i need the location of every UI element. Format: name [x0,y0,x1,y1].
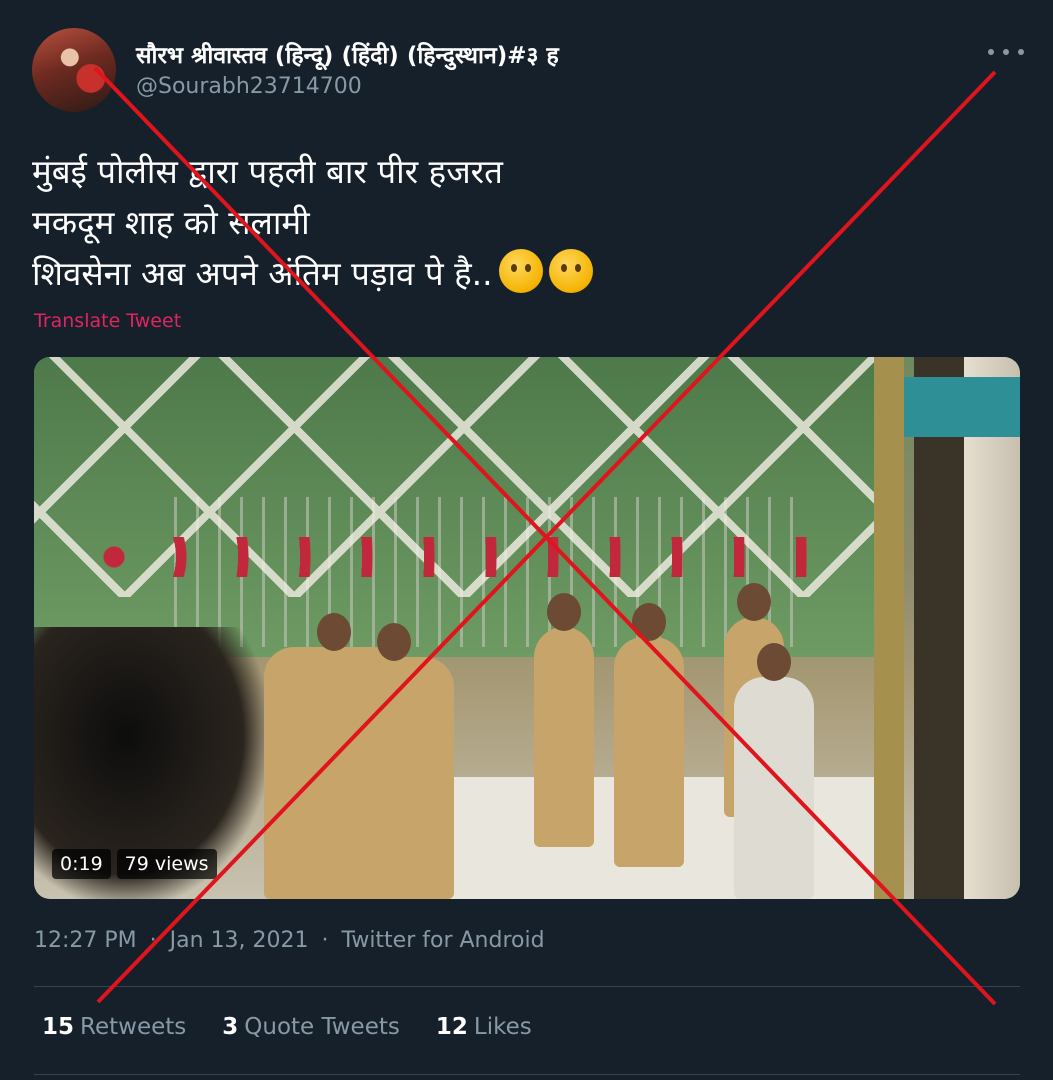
tweet-text-line: मुंबई पोलीस द्वारा पहली बार पीर हजरत [32,152,503,191]
meta-separator: · [149,928,157,953]
video-frame-railing [904,377,1020,437]
more-dot [1003,49,1009,55]
divider [34,986,1020,987]
tweet-card: सौरभ श्रीवास्तव (हिन्दू) (हिंदी) (हिन्दु… [0,0,1053,1080]
translate-tweet-link[interactable]: Translate Tweet [34,310,181,332]
video-frame-pillar [964,357,1020,899]
thinking-face-emoji-icon [498,249,543,293]
more-options-icon[interactable] [988,40,1024,64]
video-frame-officer [534,593,594,847]
user-handle[interactable]: @Sourabh23714700 [136,74,362,99]
tweet-stats: 15 Retweets 3 Quote Tweets 12 Likes [42,1014,532,1040]
likes-label: Likes [473,1014,532,1040]
user-display-name[interactable]: सौरभ श्रीवास्तव (हिन्दू) (हिंदी) (हिन्दु… [136,38,559,70]
video-frame-pillar [874,357,904,899]
thinking-face-emoji-icon [548,249,593,293]
tweet-text-line: मकदूम शाह को सलामी [32,203,310,242]
retweets-stat[interactable]: 15 Retweets [42,1014,186,1040]
retweets-label: Retweets [80,1014,187,1040]
tweet-text-line-content: शिवसेना अब अपने अंतिम पड़ाव पे है.. [32,254,493,293]
tweet-source[interactable]: Twitter for Android [342,928,545,953]
more-dot [988,49,994,55]
tweet-meta: 12:27 PM · Jan 13, 2021 · Twitter for An… [34,928,545,953]
video-player[interactable]: 0:19 79 views [34,357,1020,899]
tweet-text: मुंबई पोलीस द्वारा पहली बार पीर हजरत मकद… [32,146,732,299]
quote-tweets-count: 3 [222,1014,239,1040]
more-dot [1018,49,1024,55]
video-frame-officer [614,603,684,867]
tweet-text-line: शिवसेना अब अपने अंतिम पड़ाव पे है.. [32,248,732,299]
likes-count: 12 [435,1014,468,1040]
video-stats: 0:19 79 views [52,847,223,881]
likes-stat[interactable]: 12 Likes [436,1014,532,1040]
video-frame-officer [334,623,454,899]
video-frame-flowers [94,537,814,577]
avatar[interactable] [32,28,116,112]
quote-tweets-label: Quote Tweets [244,1014,400,1040]
divider [34,1074,1020,1075]
tweet-time[interactable]: 12:27 PM [34,928,137,953]
quote-tweets-stat[interactable]: 3 Quote Tweets [222,1014,400,1040]
retweets-count: 15 [42,1014,75,1040]
video-view-count: 79 views [116,849,217,879]
video-frame-person [734,643,814,899]
tweet-date[interactable]: Jan 13, 2021 [170,928,309,953]
video-duration: 0:19 [52,849,111,879]
video-frame-pillar [914,357,964,899]
meta-separator: · [321,928,329,953]
